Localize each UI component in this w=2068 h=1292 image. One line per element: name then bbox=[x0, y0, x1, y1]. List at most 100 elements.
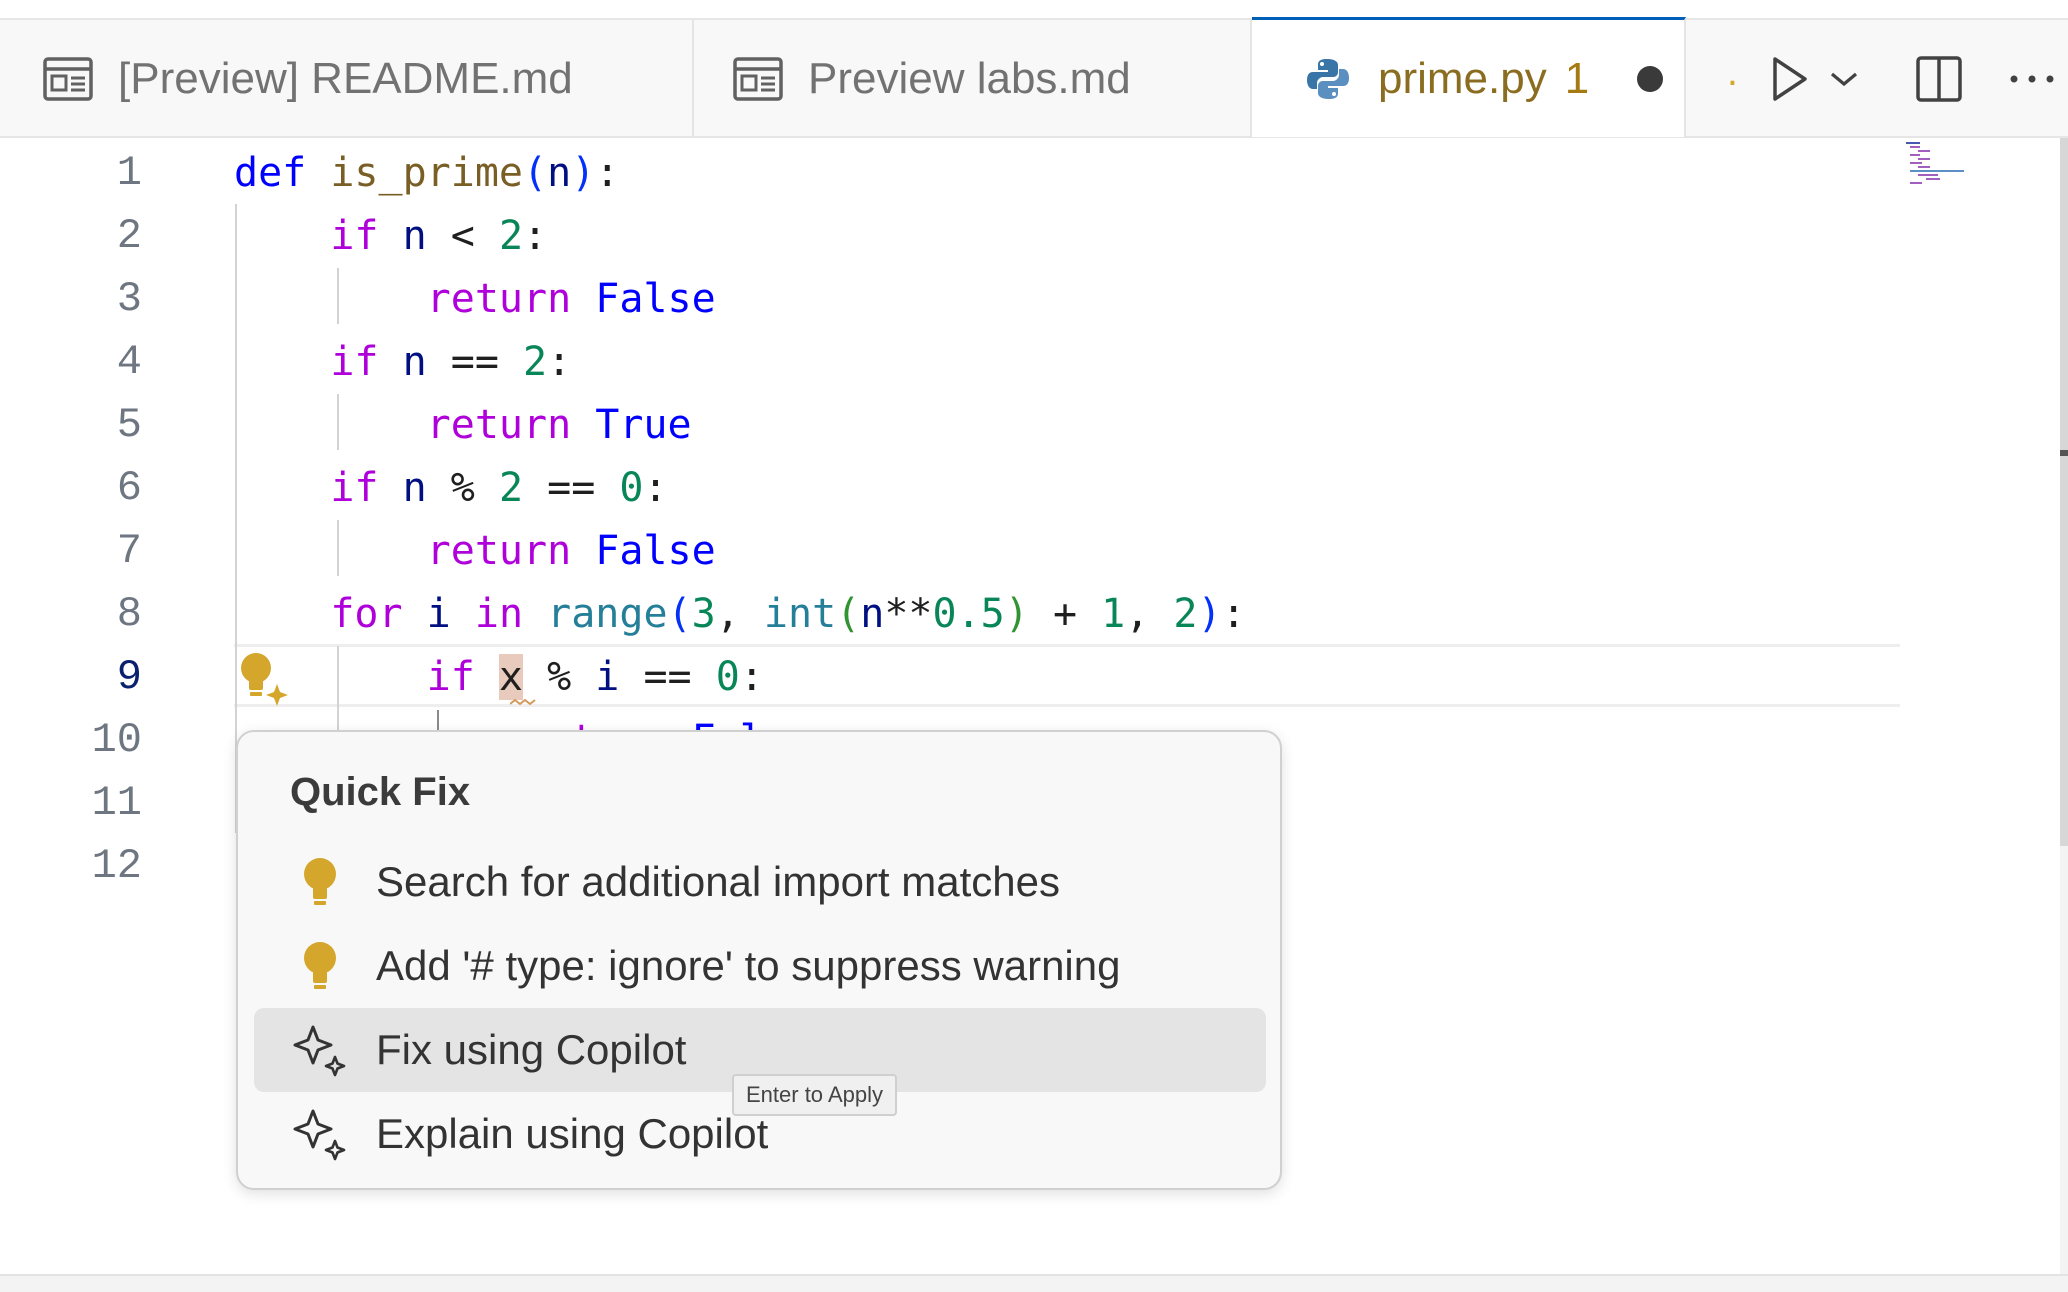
code-token: 0.5 bbox=[932, 591, 1005, 637]
tab-label: prime.py bbox=[1378, 53, 1547, 103]
code-token: 0 bbox=[619, 465, 644, 511]
sparkle-icon bbox=[290, 1104, 350, 1164]
code-line[interactable]: return False bbox=[234, 268, 716, 331]
scrollbar-cursor-marker bbox=[2060, 450, 2068, 456]
code-token: def bbox=[234, 150, 307, 196]
code-token: : bbox=[547, 339, 572, 385]
minimap[interactable] bbox=[1900, 138, 2000, 198]
code-token: ** bbox=[884, 591, 933, 637]
code-token: % bbox=[426, 465, 499, 511]
line-number: 12 bbox=[91, 842, 142, 890]
code-line[interactable]: if n < 2: bbox=[234, 205, 547, 268]
code-token: i bbox=[426, 591, 451, 637]
warning-squiggle bbox=[510, 698, 536, 706]
code-token: n bbox=[402, 465, 427, 511]
quick-fix-item-type-ignore[interactable]: Add '# type: ignore' to suppress warning bbox=[254, 924, 1266, 1008]
code-token: 3 bbox=[691, 591, 716, 637]
line-number: 4 bbox=[116, 338, 142, 386]
line-number: 1 bbox=[116, 149, 142, 197]
code-line[interactable]: if n == 2: bbox=[234, 331, 571, 394]
code-token: % bbox=[523, 654, 596, 700]
chevron-down-icon[interactable] bbox=[1822, 69, 1866, 89]
python-icon bbox=[1300, 51, 1356, 107]
code-token: ( bbox=[667, 591, 692, 637]
code-token: return bbox=[426, 528, 572, 574]
quick-fix-label: Add '# type: ignore' to suppress warning bbox=[376, 942, 1121, 989]
preview-icon bbox=[40, 51, 96, 107]
unsaved-changes-dot[interactable] bbox=[1637, 65, 1664, 92]
code-token: : bbox=[523, 213, 548, 259]
code-token: , bbox=[1125, 591, 1174, 637]
code-token: is_prime bbox=[330, 150, 523, 196]
line-number: 3 bbox=[116, 275, 142, 323]
more-actions-icon[interactable] bbox=[2002, 73, 2062, 85]
quick-fix-item-search-imports[interactable]: Search for additional import matches bbox=[254, 840, 1266, 924]
code-token: : bbox=[739, 654, 764, 700]
lightbulb-icon bbox=[290, 852, 350, 912]
code-token: if bbox=[426, 654, 475, 700]
code-line[interactable]: if n % 2 == 0: bbox=[234, 457, 667, 520]
code-token: return bbox=[426, 276, 572, 322]
run-icon[interactable] bbox=[1764, 55, 1816, 103]
line-number: 2 bbox=[116, 212, 142, 260]
problem-count-badge: 1 bbox=[1564, 53, 1590, 103]
line-number: 11 bbox=[91, 779, 142, 827]
code-token: == bbox=[523, 465, 620, 511]
code-token: < bbox=[426, 213, 499, 259]
tab-label: [Preview] README.md bbox=[118, 54, 573, 103]
tab-readme-preview[interactable]: [Preview] README.md bbox=[0, 20, 694, 138]
code-token: x bbox=[498, 654, 524, 700]
code-token: n bbox=[402, 339, 427, 385]
code-token: return bbox=[426, 402, 572, 448]
line-number: 9 bbox=[116, 653, 142, 701]
code-token: 2 bbox=[523, 339, 548, 385]
code-line[interactable]: if x % i == 0: bbox=[234, 646, 764, 709]
line-number: 7 bbox=[116, 527, 142, 575]
code-token: in bbox=[474, 591, 524, 637]
tab-overflow-marker: . bbox=[1726, 49, 1738, 94]
code-token: , bbox=[715, 591, 764, 637]
code-token: 2 bbox=[498, 213, 524, 259]
bottom-panel-edge bbox=[0, 1274, 2068, 1292]
code-token: False bbox=[595, 528, 716, 574]
quick-fix-label: Search for additional import matches bbox=[376, 858, 1060, 905]
code-token: 2 bbox=[498, 465, 524, 511]
code-line[interactable]: for i in range(3, int(n**0.5) + 1, 2): bbox=[234, 583, 1245, 646]
code-line[interactable]: def is_prime(n): bbox=[234, 142, 619, 205]
quick-fix-title: Quick Fix bbox=[290, 770, 471, 814]
code-line[interactable]: return False bbox=[234, 520, 716, 583]
copilot-lightbulb-icon[interactable] bbox=[234, 648, 294, 708]
code-token: i bbox=[595, 654, 620, 700]
scrollbar-thumb[interactable] bbox=[2060, 138, 2068, 846]
code-token: range bbox=[547, 591, 668, 637]
lightbulb-icon bbox=[290, 936, 350, 996]
code-token: ) bbox=[1004, 591, 1029, 637]
quick-fix-label: Explain using Copilot bbox=[376, 1110, 769, 1157]
code-token: 2 bbox=[1173, 591, 1198, 637]
line-number: 5 bbox=[116, 401, 142, 449]
split-editor-icon[interactable] bbox=[1910, 55, 1968, 103]
tab-bar: [Preview] README.md Preview labs.md prim… bbox=[0, 17, 2068, 138]
code-token: : bbox=[595, 150, 620, 196]
tab-prime-py[interactable]: prime.py 1 bbox=[1252, 17, 1686, 137]
enter-to-apply-tooltip: Enter to Apply bbox=[732, 1074, 897, 1116]
code-token: int bbox=[763, 591, 837, 637]
code-token: n bbox=[402, 213, 427, 259]
code-token: n bbox=[860, 591, 885, 637]
tab-labs-preview[interactable]: Preview labs.md bbox=[694, 20, 1252, 138]
code-token: for bbox=[330, 591, 403, 637]
line-number: 8 bbox=[116, 590, 142, 638]
code-line[interactable]: return True bbox=[234, 394, 692, 457]
